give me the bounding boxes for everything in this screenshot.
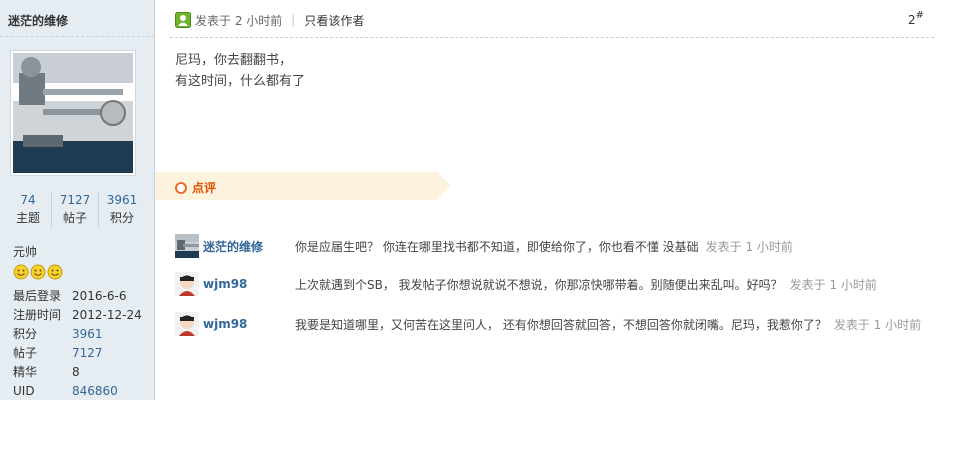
info-value: 2012-12-24 (72, 308, 142, 322)
comment-text: 你是应届生吧？ 你连在哪里找书都不知道，即使给你了，你也看不懂 没基础 (295, 239, 699, 254)
info-digest: 精华 8 (13, 363, 80, 381)
comment-time: 发表于 1 小时前 (705, 239, 793, 254)
comment-item: wjm98 上次就遇到个SB， 我发帖子你想说就说不想说，你那凉快哪带着。别随便… (175, 272, 935, 296)
sidebar-divider (0, 36, 155, 37)
comment-item: wjm98 我要是知道哪里，又何苦在这里问人， 还有你想回答就回答，不想回答你就… (175, 312, 935, 336)
info-key: 最后登录 (13, 289, 62, 303)
info-value[interactable]: 846860 (72, 382, 118, 400)
post-line: 有这时间，什么都有了 (175, 74, 306, 89)
stat-points-value[interactable]: 3961 (99, 192, 145, 208)
info-value[interactable]: 3961 (72, 325, 103, 343)
stat-posts-value[interactable]: 7127 (52, 192, 98, 208)
commenter-name[interactable]: wjm98 (203, 317, 295, 331)
comment-time: 发表于 1 小时前 (833, 317, 922, 332)
post-header-divider (170, 37, 934, 38)
comment-time: 发表于 1 小时前 (789, 277, 877, 292)
rank-title: 元帅 (13, 245, 38, 259)
rank-stars (13, 264, 63, 280)
stat-posts[interactable]: 7127 帖子 (52, 192, 99, 228)
smiley-icon (47, 264, 63, 280)
comment-item: 迷茫的维修 你是应届生吧？ 你连在哪里找书都不知道，即使给你了，你也看不懂 没基… (175, 234, 935, 258)
info-value: 2016-6-6 (72, 289, 127, 303)
info-key: 积分 (13, 327, 38, 341)
post-content: 尼玛，你去翻翻书， 有这时间，什么都有了 (175, 50, 305, 92)
author-stats: 74 主题 7127 帖子 3961 积分 (5, 192, 145, 228)
commenter-avatar[interactable] (175, 234, 199, 258)
comment-text: 我要是知道哪里，又何苦在这里问人， 还有你想回答就回答，不想回答你就闭嘴。尼玛，… (295, 317, 827, 332)
comment-section-title: 点评 (192, 181, 217, 195)
comment-ring-icon (175, 181, 187, 194)
author-avatar[interactable] (10, 50, 136, 176)
comment-section-bar: 点评 (155, 172, 451, 200)
stat-posts-label: 帖子 (62, 211, 87, 225)
info-key: 帖子 (13, 346, 38, 360)
author-sidebar: 迷茫的维修 74 主题 7127 帖子 3961 积分 元帅 最后登录 2016… (0, 0, 155, 400)
info-key: 注册时间 (13, 308, 62, 322)
smiley-icon (30, 264, 46, 280)
info-key: 精华 (13, 365, 38, 379)
floor-number-value: 2 (908, 13, 916, 27)
info-value[interactable]: 7127 (72, 344, 103, 362)
stat-topics[interactable]: 74 主题 (5, 192, 52, 228)
stat-topics-value[interactable]: 74 (5, 192, 51, 208)
comment-text: 上次就遇到个SB， 我发帖子你想说就说不想说，你那凉快哪带着。别随便出来乱叫。好… (295, 277, 783, 292)
stat-points-label: 积分 (109, 211, 134, 225)
only-author-link[interactable]: 只看该作者 (304, 12, 364, 29)
commenter-name[interactable]: 迷茫的维修 (203, 238, 295, 255)
floor-mark: # (915, 10, 925, 21)
post-line: 尼玛，你去翻翻书， (175, 53, 293, 68)
header-separator: | (291, 13, 296, 27)
info-key: UID (13, 384, 35, 398)
default-user-avatar-icon[interactable] (175, 272, 199, 296)
info-uid: UID 846860 (13, 382, 118, 400)
avatar-image (13, 53, 133, 173)
post-time: 发表于 2 小时前 (195, 13, 283, 28)
info-value: 8 (72, 365, 80, 379)
user-online-icon (175, 12, 191, 28)
commenter-name[interactable]: wjm98 (203, 277, 295, 291)
smiley-icon (13, 264, 29, 280)
info-last-login: 最后登录 2016-6-6 (13, 287, 126, 305)
post-header: 发表于 2 小时前 | 只看该作者 (175, 11, 364, 29)
stat-topics-label: 主题 (15, 211, 40, 225)
default-user-avatar-icon[interactable] (175, 312, 199, 336)
floor-number[interactable]: 2# (908, 10, 925, 27)
comment-section-label: 点评 (175, 179, 216, 196)
stat-points[interactable]: 3961 积分 (99, 192, 145, 228)
author-name[interactable]: 迷茫的维修 (8, 12, 68, 29)
info-points: 积分 3961 (13, 325, 103, 343)
info-posts: 帖子 7127 (13, 344, 103, 362)
info-register-time: 注册时间 2012-12-24 (13, 306, 142, 324)
